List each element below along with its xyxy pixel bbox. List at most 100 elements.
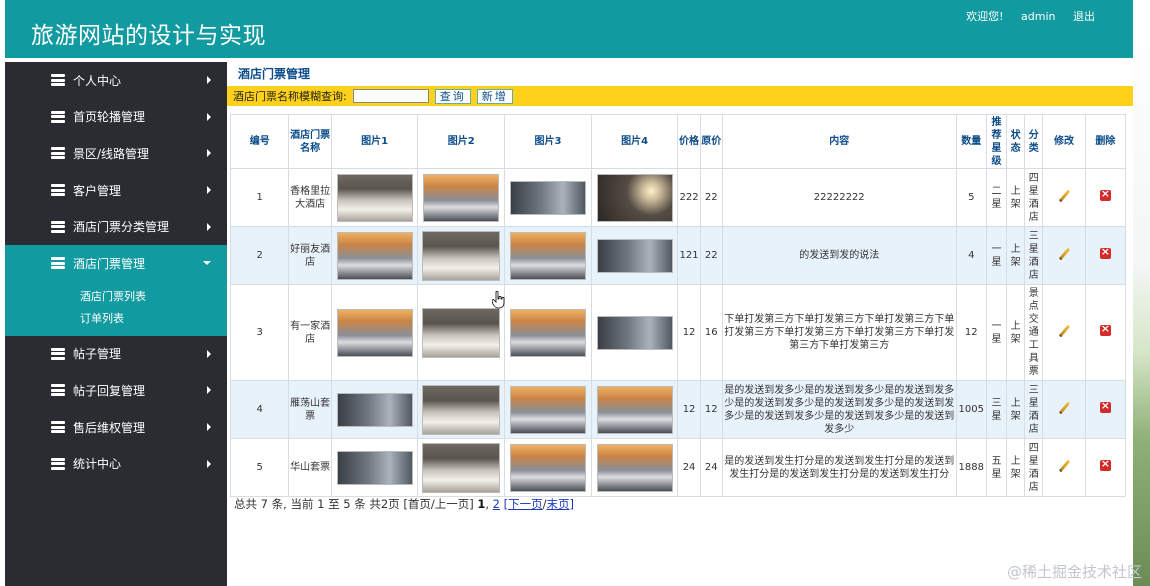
sidebar-item-label: 售后维权管理 (73, 420, 146, 435)
sunset-car-image (336, 231, 413, 280)
pager-page-2-link[interactable]: 2 (493, 497, 500, 511)
column-header: 数量 (955, 114, 987, 169)
cell-image (417, 226, 506, 285)
sunset-car-image (336, 308, 413, 357)
menu-icon (51, 110, 65, 123)
cell-edit (1042, 380, 1086, 439)
cell-price: 222 (677, 168, 701, 227)
cell-stars: 一星 (985, 226, 1008, 285)
edit-pencil-icon[interactable] (1057, 324, 1071, 338)
table-header-row: 编号 酒店门票名称 图片1 图片2 图片3 图片4 价格 原价 内容 数量 推荐… (229, 114, 1127, 169)
cell-delete (1084, 168, 1127, 227)
ticket-table: 编号 酒店门票名称 图片1 图片2 图片3 图片4 价格 原价 内容 数量 推荐… (229, 114, 1127, 497)
cell-price: 121 (677, 226, 701, 285)
cell-delete (1084, 438, 1127, 497)
edit-pencil-icon[interactable] (1057, 189, 1071, 203)
cell-name: 好丽友酒店 (288, 226, 332, 285)
showroom-image (509, 180, 586, 215)
cell-quantity: 5 (955, 168, 987, 227)
cell-content: 是的发送到发生打分是的发送到发生打分是的发送到发生打分是的发送到发生打分是的发送… (721, 438, 957, 497)
column-header: 图片2 (417, 114, 506, 169)
submenu-item-order-list[interactable]: 订单列表 (5, 308, 227, 330)
chevron-right-icon (207, 186, 211, 195)
sidebar-item-label: 帖子回复管理 (73, 383, 146, 398)
showroom-image (596, 238, 673, 273)
menu-icon (51, 257, 65, 270)
cell-edit (1042, 438, 1086, 497)
query-button[interactable]: 查询 (434, 88, 471, 104)
logout-link[interactable]: 退出 (1073, 10, 1095, 23)
sidebar-item-profile[interactable]: 个人中心 (5, 62, 227, 99)
cell-delete (1084, 284, 1127, 381)
breadcrumb: 酒店门票管理 (238, 67, 311, 81)
sidebar-item-carousel[interactable]: 首页轮播管理 (5, 99, 227, 136)
cell-name: 香格里拉大酒店 (288, 168, 332, 227)
menu-icon (51, 457, 65, 470)
sidebar-submenu: 酒店门票列表 订单列表 (5, 281, 227, 336)
cell-status: 上架 (1006, 168, 1026, 227)
table-row: 4 雁荡山套票 12 12 是的发送到发多少是的发送到发多少是的发送到发多少是的… (229, 380, 1127, 439)
delete-icon[interactable] (1099, 457, 1111, 471)
delete-icon[interactable] (1099, 399, 1111, 413)
cell-edit (1042, 284, 1086, 381)
column-header: 编号 (229, 114, 290, 169)
cell-category: 三星酒店 (1024, 380, 1044, 439)
sidebar-item-label: 帖子管理 (73, 347, 122, 362)
column-header: 图片4 (590, 114, 679, 169)
submenu-item-ticket-list[interactable]: 酒店门票列表 (5, 286, 227, 308)
username-link[interactable]: admin (1021, 10, 1055, 23)
cell-original-price: 16 (699, 284, 723, 381)
edit-pencil-icon[interactable] (1057, 459, 1071, 473)
menu-icon (51, 347, 65, 360)
sidebar-item-scenic[interactable]: 景区/线路管理 (5, 135, 227, 172)
delete-icon[interactable] (1099, 322, 1111, 336)
hotel-room-image (336, 173, 413, 222)
edit-pencil-icon[interactable] (1057, 247, 1071, 261)
cell-status: 上架 (1006, 380, 1026, 439)
sidebar-item-after-sales[interactable]: 售后维权管理 (5, 409, 227, 446)
sidebar-item-post-replies[interactable]: 帖子回复管理 (5, 372, 227, 409)
delete-icon[interactable] (1099, 245, 1111, 259)
sidebar: 个人中心 首页轮播管理 景区/线路管理 客户管理 酒店门票分类管理 酒店门票管理… (5, 62, 227, 586)
cell-image (417, 438, 506, 497)
cell-stars: 五星 (985, 438, 1008, 497)
add-button[interactable]: 新增 (476, 88, 513, 104)
cell-image (590, 168, 679, 227)
sidebar-item-ticket-category[interactable]: 酒店门票分类管理 (5, 208, 227, 245)
chevron-right-icon (207, 459, 211, 468)
menu-icon (51, 421, 65, 434)
pager-first-prev: [首页/上一页] (403, 497, 474, 511)
cell-original-price: 22 (699, 168, 723, 227)
cell-quantity: 1888 (955, 438, 987, 497)
cell-delete (1084, 380, 1127, 439)
edit-pencil-icon[interactable] (1057, 401, 1071, 415)
table-row: 1 香格里拉大酒店 222 22 22222222 5 二星 上架 四星酒店 (229, 168, 1127, 227)
column-header: 修改 (1042, 114, 1086, 169)
sidebar-item-label: 景区/线路管理 (73, 146, 150, 161)
cell-image (590, 380, 679, 439)
chevron-right-icon (207, 386, 211, 395)
cell-edit (1042, 168, 1086, 227)
search-input[interactable] (352, 89, 429, 103)
cell-status: 上架 (1006, 284, 1026, 381)
column-header: 删除 (1084, 114, 1127, 169)
delete-icon[interactable] (1099, 187, 1111, 201)
pager-last-link[interactable]: 末页] (547, 497, 575, 511)
sunset-car-image (596, 443, 673, 492)
sidebar-item-customers[interactable]: 客户管理 (5, 172, 227, 209)
background-strip (1133, 0, 1150, 586)
sidebar-item-label: 个人中心 (73, 73, 122, 88)
cell-image (330, 284, 419, 381)
sidebar-item-ticket-management[interactable]: 酒店门票管理 (5, 244, 227, 282)
sidebar-item-label: 酒店门票管理 (73, 256, 146, 271)
search-label: 酒店门票名称模糊查询: (233, 90, 347, 103)
cell-image (504, 380, 592, 439)
pager-summary: 总共 7 条, 当前 1 至 5 条 共2页 (234, 497, 400, 511)
cell-price: 24 (677, 438, 701, 497)
pager-next-link[interactable]: [下一页 (504, 497, 543, 511)
cell-id: 5 (229, 438, 290, 497)
table-row: 3 有一家酒店 12 16 下单打发第三方下单打发第三方下单打发第三方下单打发第… (229, 284, 1127, 381)
cell-image (330, 168, 419, 227)
sidebar-item-posts[interactable]: 帖子管理 (5, 336, 227, 373)
sidebar-item-statistics[interactable]: 统计中心 (5, 445, 227, 482)
